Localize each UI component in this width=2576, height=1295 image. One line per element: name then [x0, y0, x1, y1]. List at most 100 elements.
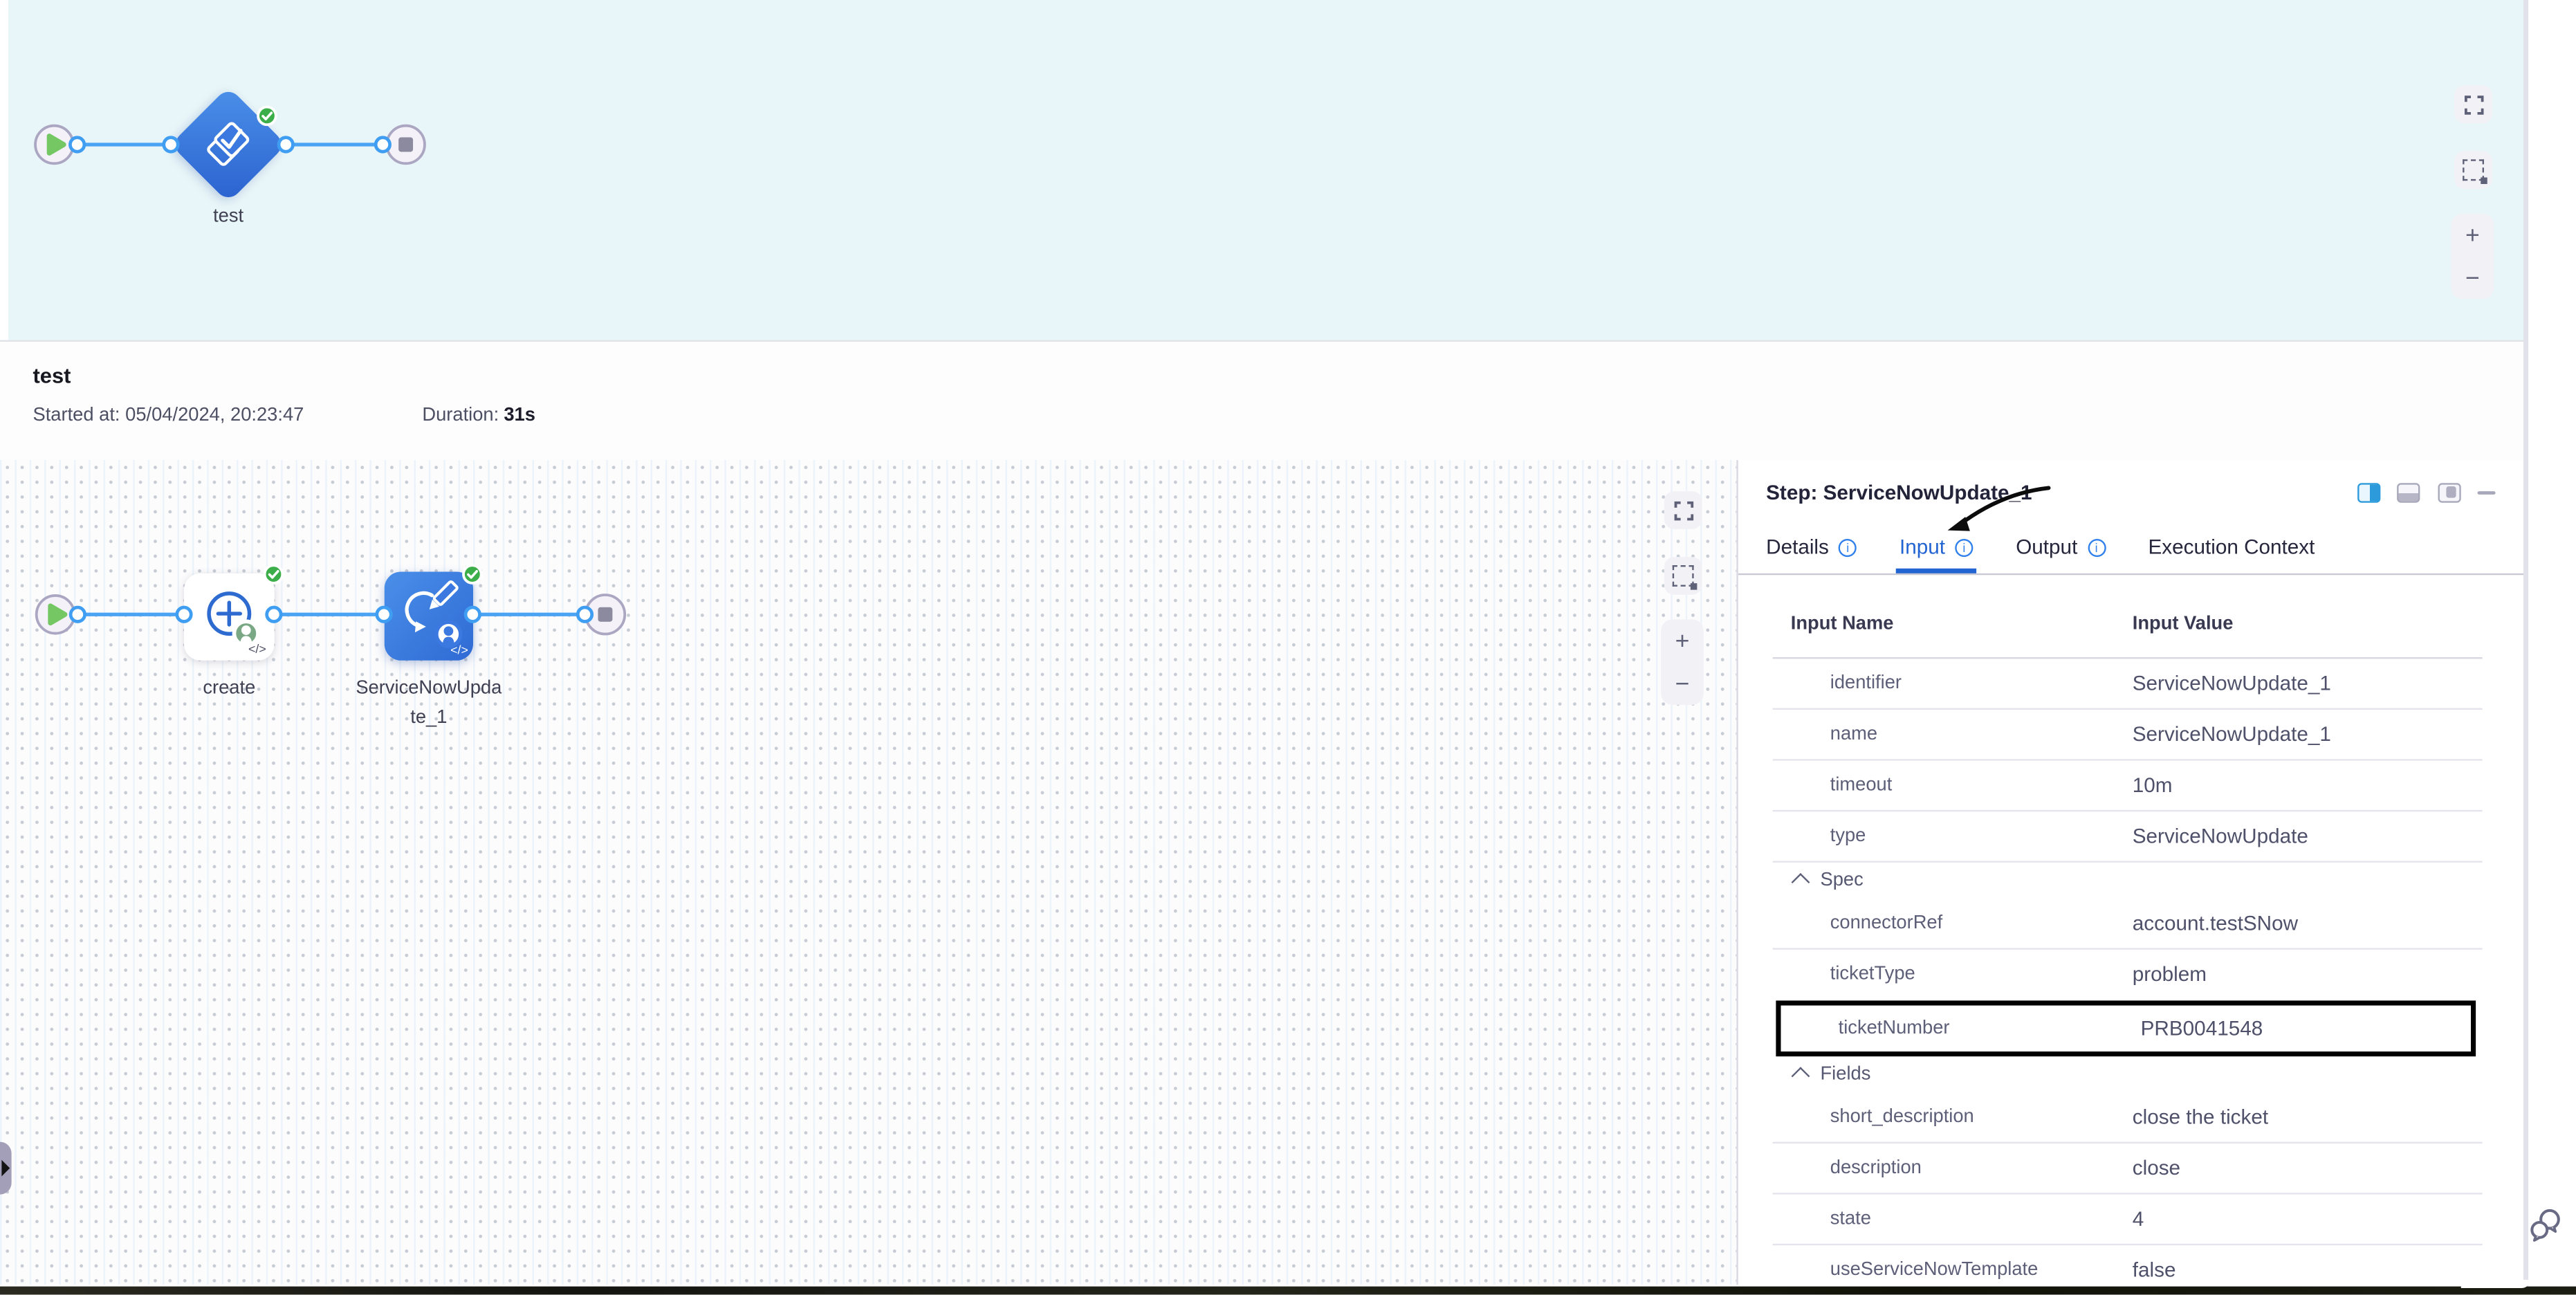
tab-input[interactable]: Input	[1899, 535, 1973, 558]
scrollbar-track[interactable]	[2523, 0, 2528, 1285]
stage-node-label: test	[163, 203, 294, 232]
started-at: Started at: 05/04/2024, 20:23:47	[33, 406, 304, 426]
code-icon: </>	[451, 643, 469, 657]
step-node-label: ServiceNowUpdate_1	[353, 675, 505, 734]
row-Fields[interactable]: Fields	[1773, 1056, 2483, 1092]
desktop-wallpaper-strip	[0, 1285, 2576, 1295]
input-value: 4	[2133, 1206, 2483, 1229]
marquee-select-icon	[2463, 159, 2484, 181]
panel-title: Step: ServiceNowUpdate_1	[1766, 481, 2032, 504]
input-value: ServiceNowUpdate_1	[2133, 722, 2483, 745]
zoom-in-button[interactable]: +	[1661, 619, 1704, 662]
execution-summary-bar: test Started at: 05/04/2024, 20:23:47 Du…	[0, 340, 2523, 463]
step-node-servicenowupdate[interactable]: </>	[385, 572, 473, 661]
split-view-icon[interactable]	[2357, 483, 2380, 502]
input-value: ServiceNowUpdate_1	[2133, 671, 2483, 694]
port[interactable]	[578, 607, 591, 621]
marquee-select-button[interactable]	[2454, 151, 2492, 190]
input-value: PRB0041548	[2141, 1016, 2471, 1039]
stage-node-test[interactable]	[170, 86, 286, 203]
input-value: 10m	[2133, 773, 2483, 796]
execution-title: test	[33, 363, 71, 388]
input-name: ticketNumber	[1839, 1018, 1950, 1038]
minimize-icon[interactable]	[2478, 490, 2496, 495]
input-name: Fields	[1821, 1064, 1871, 1084]
input-value: ServiceNowUpdate	[2133, 824, 2483, 847]
row-Spec[interactable]: Spec	[1773, 862, 2483, 898]
row-name[interactable]: name ServiceNowUpdate_1	[1773, 709, 2483, 760]
chevron-up-icon[interactable]	[1792, 873, 1810, 892]
chevron-up-icon[interactable]	[1792, 1067, 1810, 1085]
step-graph-canvas[interactable]: </> create	[0, 460, 1736, 1285]
zoom-out-button[interactable]: −	[1661, 662, 1704, 705]
port[interactable]	[70, 138, 84, 151]
success-check-badge-icon	[263, 564, 284, 585]
input-name: identifier	[1830, 673, 1902, 693]
end-node[interactable]	[586, 595, 625, 634]
duration: Duration:31s	[422, 406, 535, 426]
row-type[interactable]: type ServiceNowUpdate	[1773, 811, 2483, 862]
input-name: description	[1830, 1157, 1922, 1177]
chat-icon[interactable]	[2528, 1206, 2563, 1245]
fullscreen-button[interactable]	[1664, 491, 1702, 529]
tab-details[interactable]: Details	[1766, 535, 1857, 558]
row-state[interactable]: state 4	[1773, 1193, 2483, 1245]
input-name: useServiceNowTemplate	[1830, 1260, 2039, 1280]
row-connectorRef[interactable]: connectorRef account.testSNow	[1773, 898, 2483, 949]
step-details-panel: Step: ServiceNowUpdate_1 Details Input O…	[1736, 460, 2525, 1285]
code-icon: </>	[248, 643, 266, 656]
right-panel-icon[interactable]	[2437, 483, 2460, 502]
panel-tabs: Details Input Output Execution Context	[1766, 535, 2315, 558]
column-header: Input Value	[2133, 614, 2483, 634]
input-name: timeout	[1830, 775, 1893, 795]
tab-label: Output	[2016, 535, 2077, 558]
marquee-select-button[interactable]	[1664, 557, 1702, 595]
tab-label: Input	[1899, 535, 1945, 558]
input-name: short_description	[1830, 1107, 1974, 1127]
step-node-label: create	[163, 675, 295, 704]
input-value: close the ticket	[2133, 1105, 2483, 1128]
input-name: ticketType	[1830, 964, 1915, 984]
info-icon[interactable]	[2088, 538, 2106, 556]
info-icon[interactable]	[1955, 538, 1973, 556]
port[interactable]	[71, 607, 84, 621]
row-timeout[interactable]: timeout 10m	[1773, 760, 2483, 811]
stage-graph-canvas[interactable]: test + −	[0, 0, 2523, 340]
app-window: test + −	[0, 0, 2576, 1295]
drawer-toggle[interactable]	[0, 1142, 12, 1195]
success-check-badge-icon	[257, 105, 278, 127]
port[interactable]	[376, 138, 389, 151]
zoom-in-button[interactable]: +	[2451, 214, 2494, 257]
marquee-select-icon	[1673, 565, 1694, 587]
tab-label: Details	[1766, 535, 1829, 558]
input-value: problem	[2133, 963, 2483, 986]
info-icon[interactable]	[1839, 538, 1857, 556]
input-value: close	[2133, 1156, 2483, 1179]
zoom-out-button[interactable]: −	[2451, 257, 2494, 300]
input-name: type	[1830, 825, 1866, 845]
tab-output[interactable]: Output	[2016, 535, 2106, 558]
input-name: Spec	[1821, 870, 1864, 890]
input-name: name	[1830, 724, 1877, 744]
table-header: Input Name Input Value	[1773, 591, 2483, 658]
window-rounded-corner	[2461, 1279, 2530, 1287]
stop-icon	[398, 138, 413, 152]
row-ticketNumber[interactable]: ticketNumber PRB0041548	[1776, 1000, 2476, 1056]
zoom-controls: + −	[2451, 214, 2494, 300]
row-short_description[interactable]: short_description close the ticket	[1773, 1092, 2483, 1143]
input-table: Input Name Input Value identifier Servic…	[1773, 591, 2483, 1285]
row-identifier[interactable]: identifier ServiceNowUpdate_1	[1773, 658, 2483, 709]
start-node[interactable]	[35, 126, 73, 164]
stop-icon	[598, 607, 613, 622]
start-node[interactable]	[37, 596, 75, 634]
step-node-create[interactable]: </>	[184, 573, 274, 661]
tab-execution-context[interactable]: Execution Context	[2148, 535, 2315, 558]
fullscreen-button[interactable]	[2454, 86, 2492, 124]
row-useServiceNowTemplate[interactable]: useServiceNowTemplate false	[1773, 1245, 2483, 1285]
play-icon	[50, 606, 65, 623]
bottom-panel-icon[interactable]	[2397, 483, 2420, 502]
row-description[interactable]: description close	[1773, 1143, 2483, 1194]
row-ticketType[interactable]: ticketType problem	[1773, 949, 2483, 1000]
input-value: false	[2133, 1258, 2483, 1281]
end-node[interactable]	[387, 126, 425, 164]
